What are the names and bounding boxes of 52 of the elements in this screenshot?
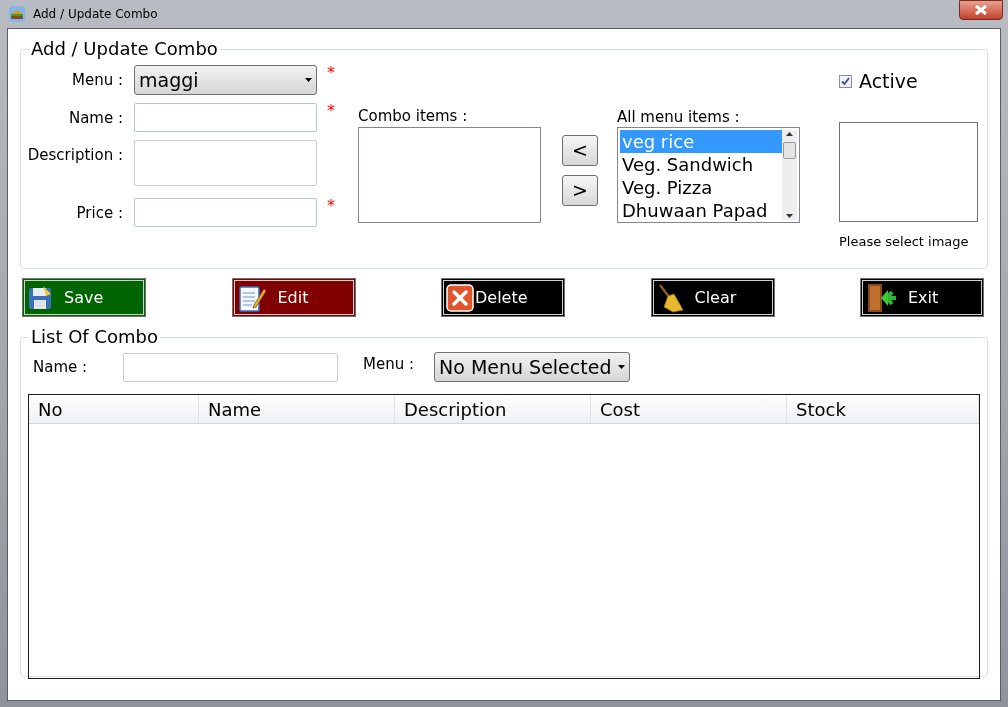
scroll-up-icon [786, 132, 793, 136]
burger-icon [9, 6, 25, 22]
move-button[interactable]: < [562, 135, 598, 166]
name-search-field[interactable] [123, 352, 338, 382]
check-icon [841, 76, 850, 86]
edit-button[interactable]: Edit [231, 278, 356, 317]
input-field[interactable] [134, 103, 317, 132]
scroll-down-icon [786, 214, 793, 218]
required-mark: * [327, 65, 335, 81]
group-title: List Of Combo [30, 327, 159, 347]
combo-items-list[interactable] [358, 127, 541, 223]
filter-label: Name : [33, 356, 89, 378]
exit-button[interactable]: Exit [860, 278, 984, 317]
field-label: Name : [67, 108, 124, 129]
required-mark: * [327, 103, 335, 119]
save-button[interactable]: Save [22, 278, 146, 317]
move-button[interactable]: > [562, 175, 598, 206]
close-button[interactable] [959, 0, 1003, 20]
input-field[interactable] [134, 198, 317, 227]
column-header[interactable]: Cost [591, 395, 787, 423]
scrollbar[interactable] [782, 130, 797, 220]
delete-button[interactable]: Delete [441, 278, 565, 317]
close-icon [446, 283, 474, 312]
dropdown-caret-icon [618, 365, 625, 369]
image-box[interactable] [839, 121, 978, 222]
list-item[interactable]: Veg. Pizza [620, 176, 782, 199]
list-item[interactable]: Veg. Sandwich [620, 153, 782, 176]
column-header[interactable]: Description [395, 395, 591, 423]
image-caption: Please select image [839, 232, 970, 251]
checkbox[interactable] [839, 74, 852, 88]
field-label: Menu : [71, 70, 124, 91]
door-arrow-icon [865, 282, 897, 313]
list-label: Combo items : [358, 107, 469, 125]
close-icon [974, 5, 988, 15]
field-label: Price : [75, 203, 124, 224]
menu-filter-dropdown[interactable]: No Menu Selected [434, 352, 630, 382]
column-header[interactable]: No [29, 395, 199, 423]
scroll-thumb[interactable] [783, 141, 796, 159]
list-label: All menu items : [617, 108, 741, 126]
dropdown-caret-icon [305, 78, 312, 82]
field-label: Description : [26, 145, 124, 166]
description-field[interactable] [134, 140, 317, 186]
column-header[interactable]: Stock [787, 395, 979, 423]
filter-label: Menu : [363, 353, 415, 375]
window-title: Add / Update Combo [33, 6, 158, 23]
clear-button[interactable]: Clear [650, 278, 775, 317]
menu-dropdown[interactable]: maggi [134, 65, 317, 95]
column-header[interactable]: Name [199, 395, 395, 423]
list-item[interactable]: Dhuwaan Papad [620, 199, 782, 222]
checkbox-label: Active [859, 69, 918, 94]
required-mark: * [327, 198, 335, 214]
group-title: Add / Update Combo [30, 39, 219, 59]
